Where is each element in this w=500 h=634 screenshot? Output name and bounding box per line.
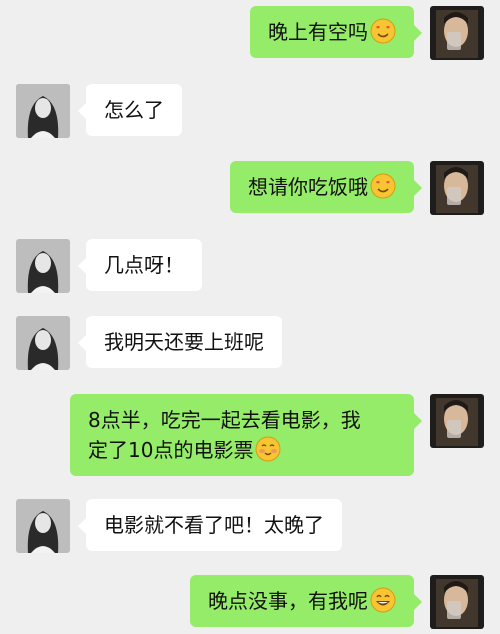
message-bubble[interactable]: 晚点没事，有我呢 <box>190 575 422 627</box>
chat-message-incoming: 我明天还要上班呢 <box>0 316 500 378</box>
self-avatar[interactable] <box>430 161 484 215</box>
heart-eyes-emoji-icon <box>370 18 396 44</box>
self-avatar[interactable] <box>430 6 484 60</box>
message-text-line: 8点半，吃完一起去看电影，我 <box>88 408 361 432</box>
message-bubble[interactable]: 晚上有空吗 <box>250 6 422 58</box>
contact-avatar[interactable] <box>16 84 70 138</box>
message-bubble[interactable]: 8点半，吃完一起去看电影，我 定了10点的电影票 <box>70 394 422 476</box>
contact-avatar[interactable] <box>16 316 70 370</box>
message-text: 电影就不看了吧！太晚了 <box>104 513 324 537</box>
heart-eyes-emoji-icon <box>370 173 396 199</box>
contact-avatar[interactable] <box>16 239 70 293</box>
self-avatar[interactable] <box>430 575 484 629</box>
chat-message-incoming: 怎么了 <box>0 84 500 146</box>
contact-avatar[interactable] <box>16 499 70 553</box>
self-avatar[interactable] <box>430 394 484 448</box>
chat-conversation: 晚上有空吗 怎么了 想请你吃饭哦 几点呀！ 我明天还要上班呢 8点半，吃完一起去… <box>0 0 500 634</box>
message-bubble[interactable]: 怎么了 <box>78 84 182 136</box>
chat-message-outgoing: 想请你吃饭哦 <box>0 161 500 223</box>
message-bubble[interactable]: 几点呀！ <box>78 239 202 291</box>
message-text: 我明天还要上班呢 <box>104 330 264 354</box>
chat-message-outgoing: 晚点没事，有我呢 <box>0 575 500 634</box>
message-bubble[interactable]: 电影就不看了吧！太晚了 <box>78 499 342 551</box>
chat-message-incoming: 电影就不看了吧！太晚了 <box>0 499 500 561</box>
blushing-smile-emoji-icon <box>255 436 281 462</box>
message-bubble[interactable]: 我明天还要上班呢 <box>78 316 282 368</box>
chat-message-outgoing: 8点半，吃完一起去看电影，我 定了10点的电影票 <box>0 394 500 476</box>
chat-message-incoming: 几点呀！ <box>0 239 500 301</box>
message-text: 想请你吃饭哦 <box>248 175 368 199</box>
message-text: 晚上有空吗 <box>268 20 368 44</box>
message-text: 怎么了 <box>104 98 164 122</box>
chat-message-outgoing: 晚上有空吗 <box>0 6 500 68</box>
message-text: 晚点没事，有我呢 <box>208 589 368 613</box>
message-bubble[interactable]: 想请你吃饭哦 <box>230 161 422 213</box>
grinning-emoji-icon <box>370 587 396 613</box>
message-text: 几点呀！ <box>104 253 184 277</box>
message-text-line: 定了10点的电影票 <box>88 438 254 462</box>
